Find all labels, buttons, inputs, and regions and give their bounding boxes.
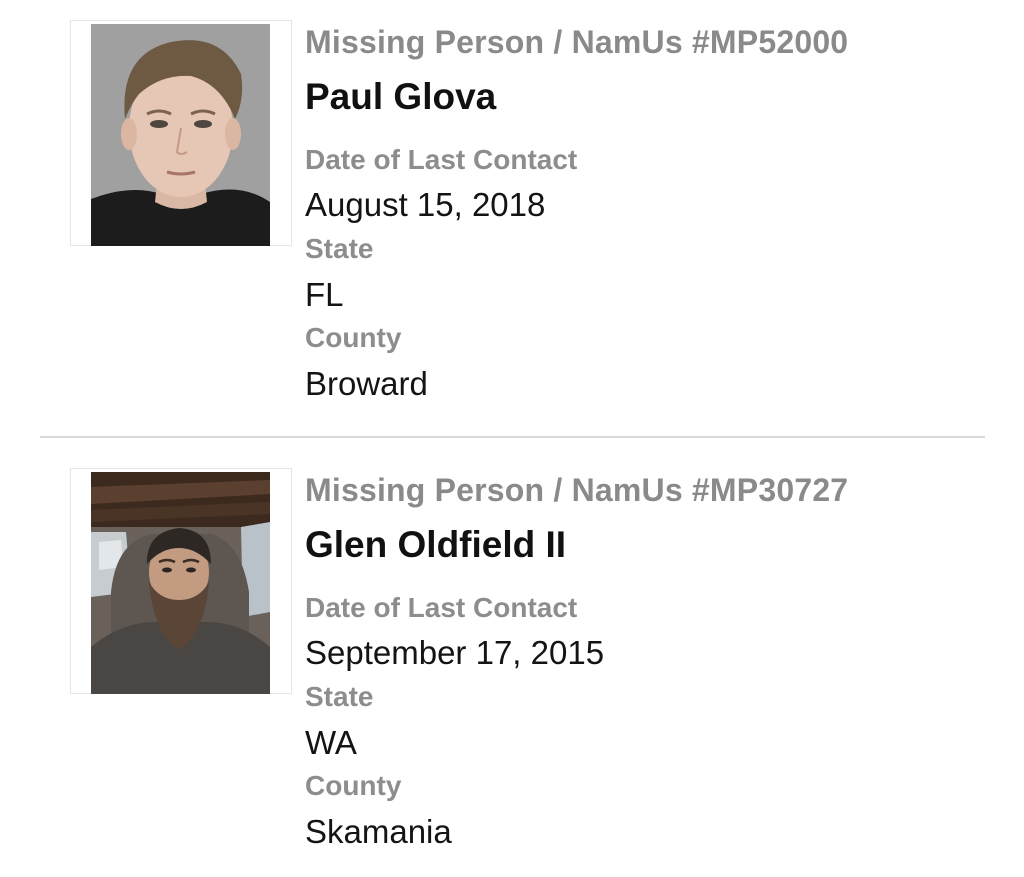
case-card[interactable]: Missing Person / NamUs #MP30727 Glen Old… [0, 448, 1024, 868]
person-photo-frame[interactable] [70, 468, 292, 694]
date-of-last-contact-label: Date of Last Contact [305, 144, 578, 175]
date-of-last-contact-value: August 15, 2018 [305, 186, 546, 223]
state-value: FL [305, 276, 344, 313]
person-name[interactable]: Glen Oldfield II [305, 524, 566, 566]
case-number[interactable]: Missing Person / NamUs #MP30727 [305, 472, 848, 509]
state-label: State [305, 681, 374, 712]
person-photo-frame[interactable] [70, 20, 292, 246]
county-label: County [305, 770, 402, 801]
state-value: WA [305, 724, 357, 761]
date-of-last-contact-value: September 17, 2015 [305, 634, 605, 671]
county-value: Skamania [305, 813, 452, 850]
person-photo[interactable] [91, 24, 270, 246]
case-number[interactable]: Missing Person / NamUs #MP52000 [305, 24, 848, 61]
county-label: County [305, 322, 402, 353]
case-card[interactable]: Missing Person / NamUs #MP52000 Paul Glo… [0, 0, 1024, 420]
person-photo[interactable] [91, 472, 270, 694]
date-of-last-contact-label: Date of Last Contact [305, 592, 578, 623]
divider [40, 436, 985, 438]
person-name[interactable]: Paul Glova [305, 76, 496, 118]
state-label: State [305, 233, 374, 264]
case-list: Missing Person / NamUs #MP52000 Paul Glo… [0, 0, 1024, 877]
county-value: Broward [305, 365, 428, 402]
